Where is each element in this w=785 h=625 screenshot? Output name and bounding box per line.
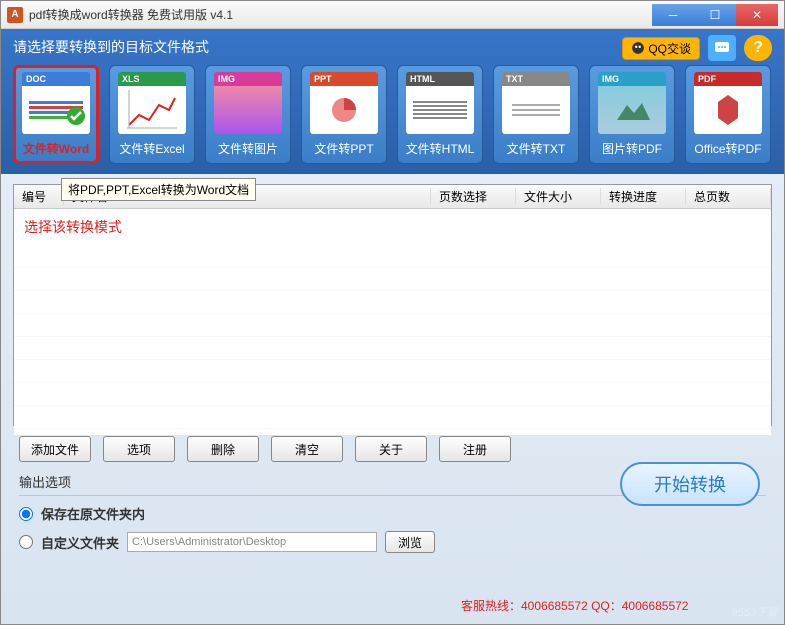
format-office2pdf[interactable]: PDF Office转PDF — [685, 65, 771, 164]
register-button[interactable]: 注册 — [439, 436, 511, 462]
minimize-button[interactable]: ─ — [652, 4, 694, 26]
start-convert-button[interactable]: 开始转换 — [620, 462, 760, 506]
format-html[interactable]: HTML 文件转HTML — [397, 65, 483, 164]
format-word[interactable]: DOC 文件转Word — [13, 65, 99, 164]
save-original-label: 保存在原文件夹内 — [41, 504, 145, 523]
pdf-icon: PDF — [694, 72, 762, 134]
xls-icon: XLS — [118, 72, 186, 134]
maximize-button[interactable]: ☐ — [694, 4, 736, 26]
format-tag: TXT — [502, 72, 570, 86]
format-ppt[interactable]: PPT 文件转PPT — [301, 65, 387, 164]
format-excel[interactable]: XLS 文件转Excel — [109, 65, 195, 164]
img-icon: IMG — [214, 72, 282, 134]
img2pdf-icon: IMG — [598, 72, 666, 134]
format-label: Office转PDF — [690, 138, 766, 159]
col-progress[interactable]: 转换进度 — [601, 188, 686, 205]
hotline-text: 客服热线：4006685572 QQ：4006685572 — [461, 597, 688, 614]
format-tag: IMG — [214, 72, 282, 86]
format-label: 文件转Word — [18, 138, 94, 159]
annotation-text: 选择该转换模式 — [14, 209, 771, 245]
delete-button[interactable]: 删除 — [187, 436, 259, 462]
tooltip: 将PDF,PPT,Excel转换为Word文档 — [61, 178, 256, 201]
format-label: 文件转Excel — [114, 138, 190, 159]
file-table: 编号 文件名 页数选择 文件大小 转换进度 总页数 选择该转换模式 — [13, 184, 772, 426]
browse-button[interactable]: 浏览 — [385, 531, 435, 553]
qq-chat-button[interactable]: QQ交谈 — [622, 37, 700, 60]
format-tag: DOC — [22, 72, 90, 86]
app-icon: A — [7, 7, 23, 23]
titlebar: A pdf转换成word转换器 免费试用版 v4.1 ─ ☐ ✕ — [1, 1, 784, 29]
format-img2pdf[interactable]: IMG 图片转PDF — [589, 65, 675, 164]
txt-icon: TXT — [502, 72, 570, 134]
format-label: 文件转TXT — [498, 138, 574, 159]
save-original-radio[interactable] — [19, 507, 33, 521]
path-input[interactable] — [127, 532, 377, 552]
ppt-icon: PPT — [310, 72, 378, 134]
format-label: 文件转PPT — [306, 138, 382, 159]
add-file-button[interactable]: 添加文件 — [19, 436, 91, 462]
col-pages[interactable]: 页数选择 — [431, 188, 516, 205]
format-tag: PPT — [310, 72, 378, 86]
watermark: 9553下载 — [732, 604, 778, 620]
html-icon: HTML — [406, 72, 474, 134]
format-image[interactable]: IMG 文件转图片 — [205, 65, 291, 164]
clear-button[interactable]: 清空 — [271, 436, 343, 462]
format-grid: DOC 文件转Word XLS 文件转Excel IMG 文件转图片 — [13, 65, 772, 164]
qq-chat-label: QQ交谈 — [648, 40, 691, 57]
col-number[interactable]: 编号 — [14, 188, 64, 205]
col-total[interactable]: 总页数 — [686, 188, 771, 205]
chat-button[interactable] — [708, 35, 736, 61]
format-label: 文件转HTML — [402, 138, 478, 159]
format-tag: PDF — [694, 72, 762, 86]
col-size[interactable]: 文件大小 — [516, 188, 601, 205]
help-button[interactable]: ? — [744, 35, 772, 61]
format-tag: XLS — [118, 72, 186, 86]
format-tag: IMG — [598, 72, 666, 86]
table-body[interactable] — [14, 245, 771, 435]
doc-icon: DOC — [22, 72, 90, 134]
format-label: 图片转PDF — [594, 138, 670, 159]
custom-folder-radio[interactable] — [19, 535, 33, 549]
options-button[interactable]: 选项 — [103, 436, 175, 462]
format-tag: HTML — [406, 72, 474, 86]
window-title: pdf转换成word转换器 免费试用版 v4.1 — [29, 6, 652, 23]
close-button[interactable]: ✕ — [736, 4, 778, 26]
about-button[interactable]: 关于 — [355, 436, 427, 462]
format-label: 文件转图片 — [210, 138, 286, 159]
custom-folder-label: 自定义文件夹 — [41, 533, 119, 552]
format-txt[interactable]: TXT 文件转TXT — [493, 65, 579, 164]
